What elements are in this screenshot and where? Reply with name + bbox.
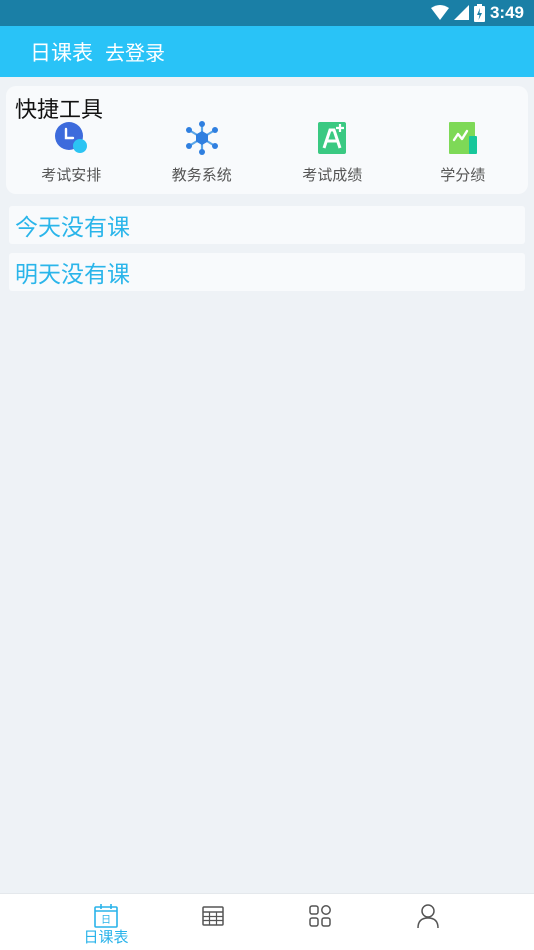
nav-tab-apps[interactable]: [280, 894, 360, 950]
tomorrow-schedule-text: 明天没有课: [15, 262, 130, 288]
status-icons: 3:49: [430, 3, 524, 23]
nav-label: 日课表: [83, 928, 129, 946]
svg-text:日: 日: [101, 915, 111, 926]
table-grid-icon: [200, 903, 226, 929]
nav-tab-weekly-schedule[interactable]: [173, 894, 253, 950]
grade-a-plus-icon: [314, 120, 350, 156]
signal-icon: [453, 5, 469, 20]
quick-tools-row: 考试安排 教务系统 考试成绩 学分绩: [6, 120, 528, 186]
calendar-day-icon: 日: [93, 903, 119, 929]
tool-credit-gpa[interactable]: 学分绩: [398, 120, 529, 186]
clock-icon: [53, 120, 89, 156]
nav-tab-daily-schedule[interactable]: 日 日课表: [66, 894, 146, 950]
chart-document-icon: [445, 120, 481, 156]
status-bar: 3:49: [0, 0, 534, 26]
tool-label: 考试成绩: [302, 166, 363, 184]
battery-icon: [473, 4, 485, 22]
app-title: 日课表: [30, 40, 93, 65]
status-time: 3:49: [489, 3, 524, 22]
wifi-icon: [430, 5, 449, 20]
tool-label: 学分绩: [440, 166, 486, 184]
tool-exam-schedule[interactable]: 考试安排: [6, 120, 137, 186]
today-schedule-text: 今天没有课: [15, 215, 130, 241]
quick-tools-card: 快捷工具 考试安排 教务系统 考试成绩 学分绩: [6, 86, 528, 194]
app-bar: 日课表 去登录: [0, 26, 534, 77]
network-icon: [184, 120, 220, 156]
tool-exam-grades[interactable]: 考试成绩: [267, 120, 398, 186]
login-button[interactable]: 去登录: [105, 37, 165, 66]
nav-tab-profile[interactable]: [388, 894, 468, 950]
apps-icon: [307, 903, 333, 929]
tool-label: 教务系统: [171, 166, 232, 184]
bottom-nav: 日 日课表: [0, 893, 534, 950]
tool-label: 考试安排: [41, 166, 102, 184]
tomorrow-schedule-card[interactable]: 明天没有课: [9, 253, 525, 291]
user-icon: [415, 903, 441, 929]
today-schedule-card[interactable]: 今天没有课: [9, 206, 525, 244]
tool-academic-system[interactable]: 教务系统: [137, 120, 268, 186]
